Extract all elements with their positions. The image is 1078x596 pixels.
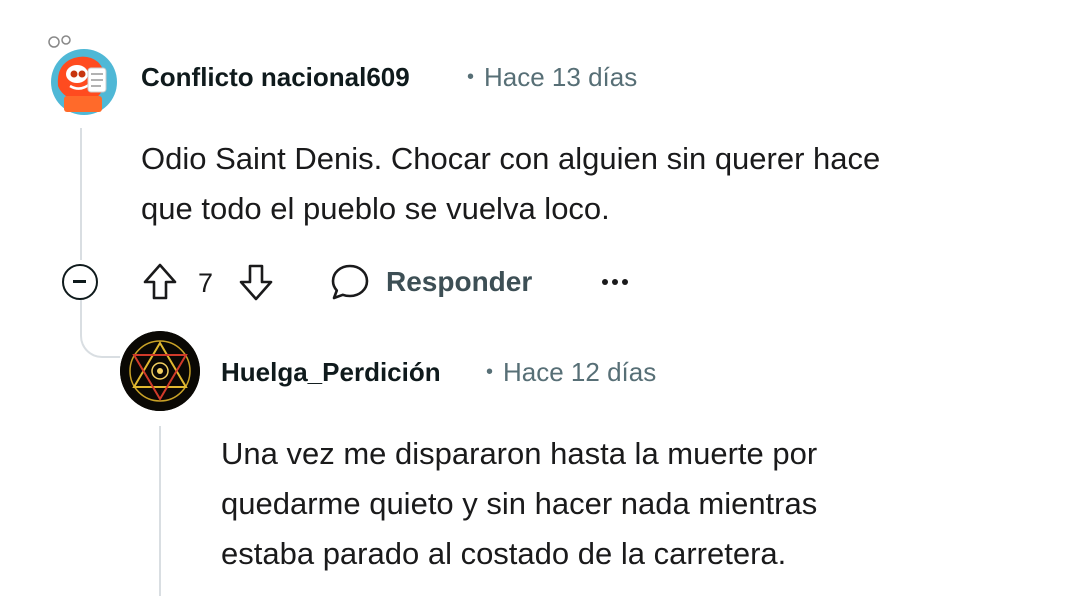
comment-body-line: Odio Saint Denis. Chocar con alguien sin… <box>141 141 881 176</box>
username[interactable]: Huelga_Perdición <box>221 357 441 388</box>
reply-label: Responder <box>386 266 533 297</box>
avatar[interactable] <box>44 34 118 118</box>
comment-body: Una vez me dispararon hasta la muerte po… <box>221 429 817 579</box>
comment-body-line: quedarme quieto y sin hacer nada mientra… <box>221 486 818 521</box>
downvote-button[interactable] <box>237 262 275 302</box>
comment-body-line: estaba parado al costado de la carretera… <box>221 536 787 571</box>
speech-bubble-icon <box>331 264 369 300</box>
timestamp[interactable]: Hace 12 días <box>503 357 656 387</box>
comment-body-line: que todo el pueblo se vuelva loco. <box>141 191 610 226</box>
comment-body-line: Una vez me dispararon hasta la muerte po… <box>221 436 818 471</box>
comment-body: Odio Saint Denis. Chocar con alguien sin… <box>141 134 880 234</box>
snoo-avatar-icon <box>48 35 117 115</box>
timestamp[interactable]: Hace 13 días <box>484 62 637 92</box>
upvote-button[interactable] <box>141 262 179 302</box>
more-options-button[interactable] <box>600 270 630 294</box>
thread-line-reply <box>159 426 161 596</box>
thread-connector-curve <box>80 318 120 358</box>
comment-meta: • Hace 12 días <box>486 357 656 388</box>
collapse-button[interactable] <box>62 264 98 300</box>
mystic-symbol-avatar-icon <box>120 331 200 411</box>
more-options-icon <box>602 279 628 285</box>
username[interactable]: Conflicto nacional609 <box>141 62 410 93</box>
separator-dot: • <box>467 66 475 88</box>
reply-button[interactable]: Responder <box>330 262 550 302</box>
avatar[interactable] <box>120 331 200 411</box>
upvote-arrow-icon <box>143 263 177 300</box>
comment-meta: • Hace 13 días <box>467 62 637 93</box>
separator-dot: • <box>486 361 494 383</box>
downvote-arrow-icon <box>239 264 273 301</box>
vote-count: 7 <box>198 268 214 298</box>
thread-line-main <box>80 128 82 260</box>
